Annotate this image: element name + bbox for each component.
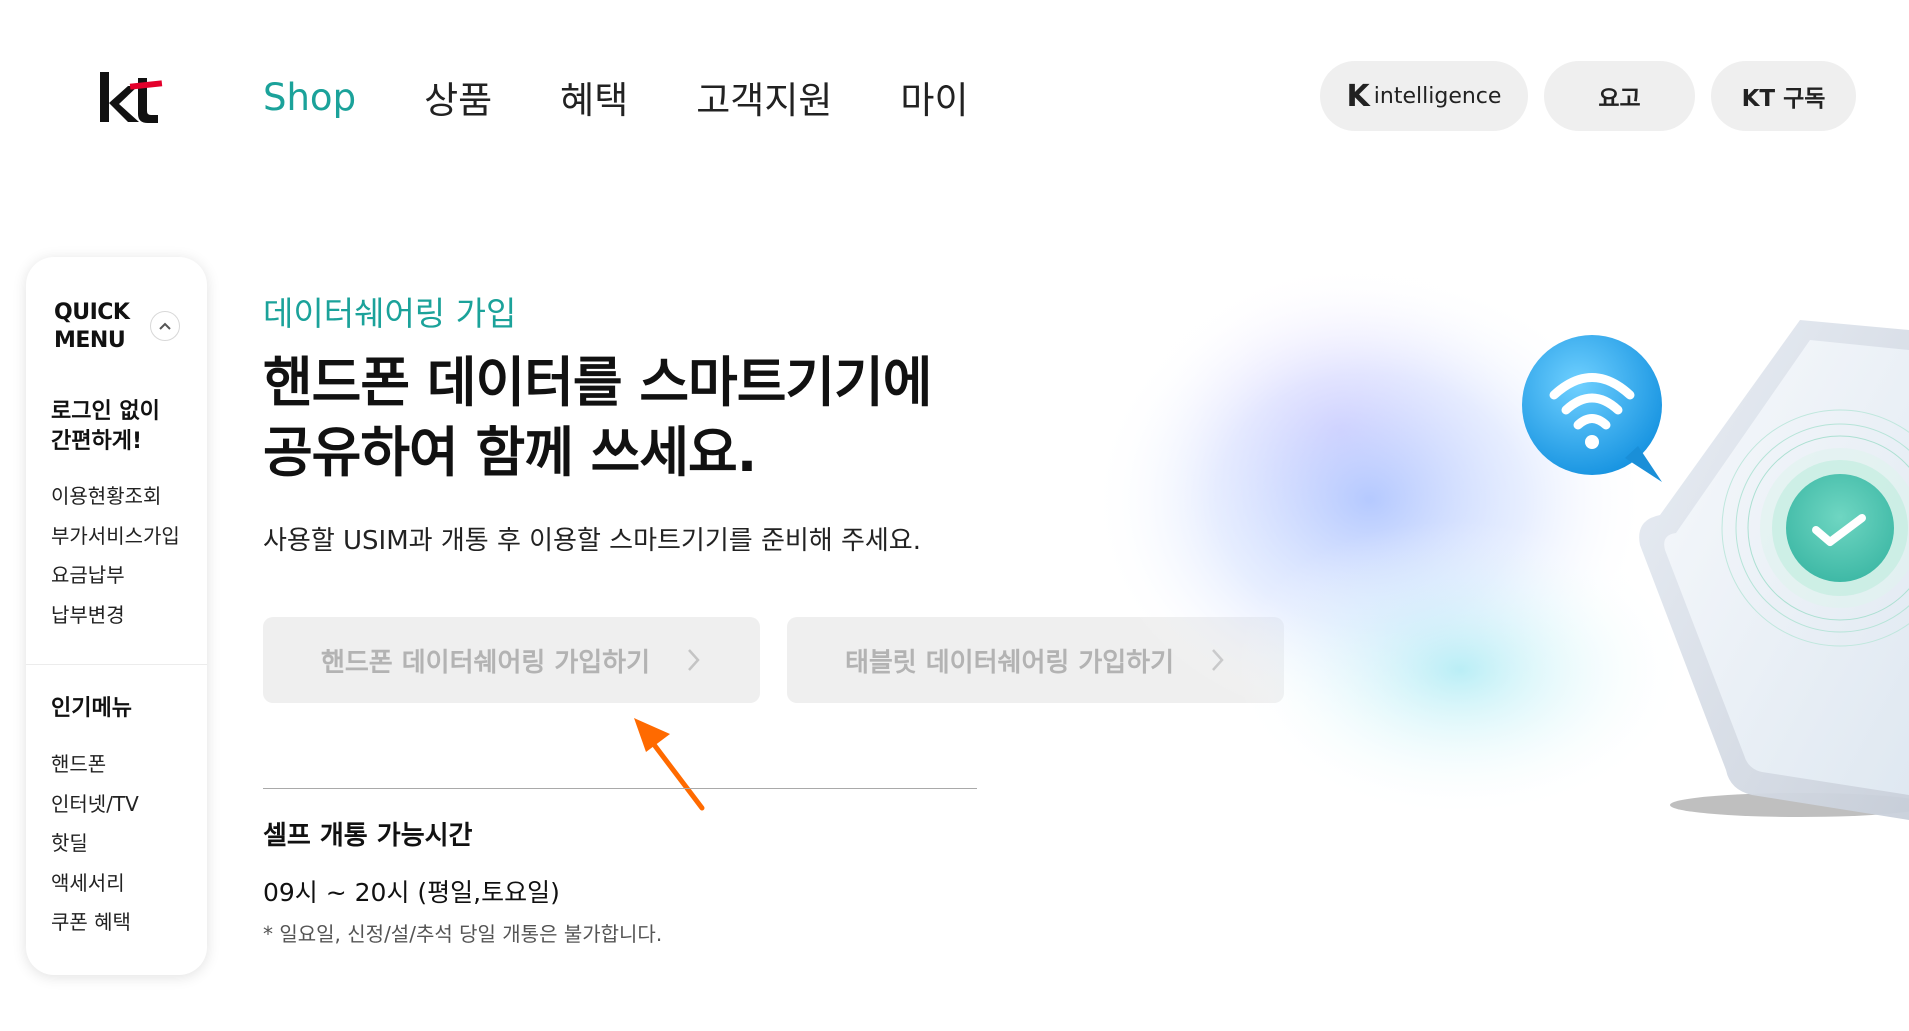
- k-intelligence-button[interactable]: K intelligence: [1320, 61, 1528, 131]
- main-nav: Shop 상품 혜택 고객지원 마이: [263, 70, 1037, 124]
- quick-popular-title: 인기메뉴: [51, 696, 132, 721]
- quick-guest-title: 로그인 없이 간편하게!: [51, 397, 160, 457]
- quick-menu-divider: [26, 664, 207, 665]
- nav-products[interactable]: 상품: [424, 70, 492, 124]
- quick-guest-title-line1: 로그인 없이: [51, 399, 160, 424]
- self-activation-hours-title: 셀프 개통 가능시간: [263, 821, 473, 851]
- k-intelligence-label: intelligence: [1373, 83, 1502, 109]
- self-activation-hours-note: * 일요일, 신정/설/추석 당일 개통은 불가합니다.: [263, 922, 663, 946]
- phone-data-sharing-label: 핸드폰 데이터쉐어링 가입하기: [320, 647, 651, 678]
- self-activation-hours-value: 09시 ~ 20시 (평일,토요일): [263, 878, 560, 907]
- page-title-line2: 공유하여 함께 쓰세요.: [263, 421, 757, 484]
- header-utility-buttons: K intelligence 요고 KT 구독: [1320, 61, 1856, 131]
- quick-link-accessory[interactable]: 액세서리: [51, 867, 125, 896]
- chevron-right-icon: [688, 649, 700, 671]
- quick-menu-title-line1: QUICK: [54, 300, 130, 325]
- quick-link-internet-tv[interactable]: 인터넷/TV: [51, 788, 139, 817]
- kt-logo[interactable]: [98, 70, 164, 126]
- arrow-pointer-icon: [634, 718, 705, 811]
- quick-link-phone[interactable]: 핸드폰: [51, 748, 106, 777]
- nav-support[interactable]: 고객지원: [696, 70, 832, 124]
- quick-link-payment-change[interactable]: 납부변경: [51, 599, 125, 628]
- quick-link-hotdeal[interactable]: 핫딜: [51, 827, 88, 856]
- quick-menu-title-line2: MENU: [54, 328, 126, 353]
- check-badge: [1786, 474, 1894, 582]
- phone-data-sharing-button[interactable]: 핸드폰 데이터쉐어링 가입하기: [263, 617, 760, 703]
- quick-link-coupon[interactable]: 쿠폰 혜택: [51, 906, 131, 935]
- chevron-up-icon: [159, 322, 171, 330]
- quick-menu-toggle-button[interactable]: [150, 311, 180, 341]
- quick-link-payment[interactable]: 요금납부: [51, 559, 125, 588]
- nav-shop[interactable]: Shop: [263, 76, 356, 119]
- nav-benefits[interactable]: 혜택: [560, 70, 628, 124]
- quick-guest-title-line2: 간편하게!: [51, 429, 142, 454]
- section-eyebrow: 데이터쉐어링 가입: [263, 294, 517, 333]
- page-subtitle: 사용할 USIM과 개통 후 이용할 스마트기기를 준비해 주세요.: [263, 526, 921, 556]
- page-title: 핸드폰 데이터를 스마트기기에 공유하여 함께 쓰세요.: [263, 348, 932, 488]
- kt-subscribe-button[interactable]: KT 구독: [1711, 61, 1856, 131]
- page-title-line1: 핸드폰 데이터를 스마트기기에: [263, 351, 932, 414]
- data-sharing-illustration: [1090, 260, 1909, 820]
- section-divider: [263, 788, 977, 789]
- quick-link-addon[interactable]: 부가서비스가입: [51, 520, 180, 549]
- nav-my[interactable]: 마이: [900, 70, 968, 124]
- k-intelligence-logo: K: [1346, 78, 1370, 114]
- quick-menu: QUICK MENU 로그인 없이 간편하게! 이용현황조회 부가서비스가입 요…: [26, 257, 207, 975]
- quick-link-usage[interactable]: 이용현황조회: [51, 480, 161, 509]
- yogo-button[interactable]: 요고: [1544, 61, 1695, 131]
- quick-menu-title: QUICK MENU: [54, 299, 130, 355]
- page: Shop 상품 혜택 고객지원 마이 K intelligence 요고 KT …: [0, 0, 1909, 1031]
